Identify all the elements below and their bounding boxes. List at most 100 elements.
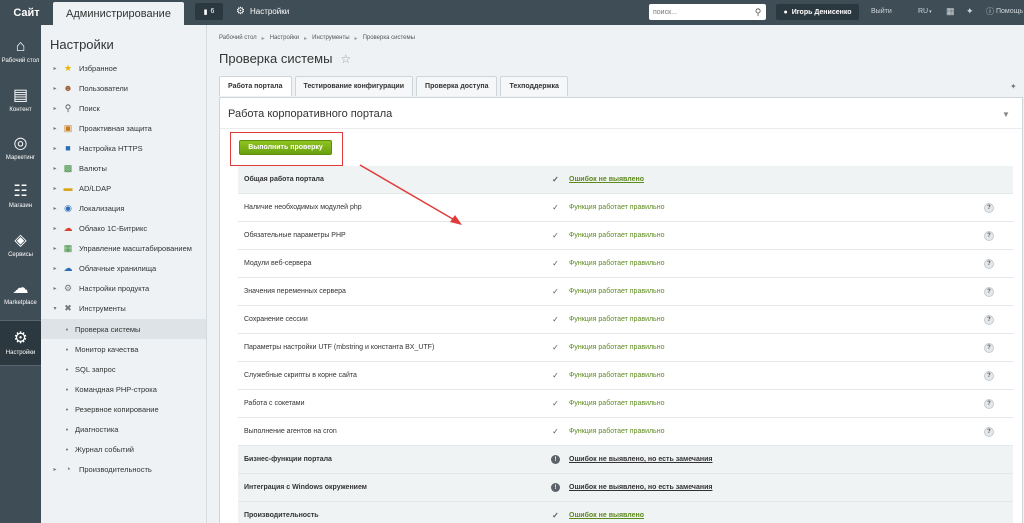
tree-subitem-event-log[interactable]: • Журнал событий [41,439,206,459]
tree-item-tools[interactable]: ▾ ✖ Инструменты [41,298,206,318]
tree-item-scaling[interactable]: ▸ ▦ Управление масштабированием [41,238,206,258]
site-tab[interactable]: Сайт [0,0,53,25]
tab-config-test[interactable]: Тестирование конфигурации [294,76,414,96]
collapse-arrow-icon[interactable]: ▾ [49,305,61,312]
expand-arrow-icon[interactable]: ▸ [49,105,61,112]
breadcrumb-item[interactable]: Настройки [270,35,299,42]
tree-item-product-settings[interactable]: ▸ ⚙ Настройки продукта [41,278,206,298]
tree-subitem-quality-monitor[interactable]: • Монитор качества [41,339,206,359]
expand-arrow-icon[interactable]: ▸ [49,205,61,212]
menu-item-marketing[interactable]: ◎ Маркетинг [0,125,41,171]
breadcrumb-item[interactable]: Инструменты [312,35,349,42]
main-menu: ⌂ Рабочий стол ▤ Контент ◎ Маркетинг ☷ М… [0,25,41,523]
tree-item-currency[interactable]: ▸ ▩ Валюты [41,158,206,178]
warning-icon: ! [551,483,560,492]
help-icon[interactable]: ? [984,398,994,409]
logout-link[interactable]: Выйти [871,0,892,23]
help-icon[interactable]: ? [984,258,994,269]
expand-arrow-icon[interactable]: ▸ [49,65,61,72]
row-status[interactable]: Ошибок не выявлено [569,512,644,519]
help-icon[interactable]: ? [984,370,994,381]
check-icon: ✓ [552,259,559,268]
expand-arrow-icon[interactable]: ▸ [49,145,61,152]
menu-item-settings[interactable]: ⚙ Настройки [0,320,41,366]
help-icon[interactable]: ? [984,286,994,297]
tree-subitem-system-check[interactable]: • Проверка системы [41,319,206,339]
chevron-down-icon[interactable]: ▼ [1002,110,1010,119]
help-icon[interactable]: ? [984,426,994,437]
help-icon[interactable]: ? [984,342,994,353]
row-status[interactable]: Ошибок не выявлено [569,176,644,183]
help-icon[interactable]: ? [984,202,994,213]
expand-arrow-icon[interactable]: ▸ [49,265,61,272]
menu-item-desktop[interactable]: ⌂ Рабочий стол [0,28,41,74]
menu-item-label: Сервисы [8,251,33,258]
help-icon[interactable]: ? [984,230,994,241]
tab-support[interactable]: Техподдержка [500,76,568,96]
tree-item-users[interactable]: ▸ ☻ Пользователи [41,78,206,98]
tree-subitem-sql[interactable]: • SQL запрос [41,359,206,379]
tree-item-label: Настройки продукта [79,283,150,293]
admin-tab[interactable]: Администрирование [53,2,184,25]
page-title: Проверка системы ☆ [219,51,351,66]
tree-subitem-diagnostics[interactable]: • Диагностика [41,419,206,439]
tree-item-storage[interactable]: ▸ ☁ Облачные хранилища [41,258,206,278]
breadcrumb-separator-icon: ▸ [304,36,308,42]
cloud-icon: ☁ [63,222,73,233]
table-row: Бизнес-функции портала ! Ошибок не выявле… [238,446,1013,474]
expand-arrow-icon[interactable]: ▸ [49,285,61,292]
table-row: Выполнение агентов на cron ✓ Функция рабо… [238,418,1013,446]
table-row: Обязательные параметры PHP ✓ Функция рабо… [238,222,1013,250]
speedometer-icon: ◔ [65,464,71,474]
chevron-down-icon: ▾ [929,8,932,15]
tree-subitem-backup[interactable]: • Резервное копирование [41,399,206,419]
expand-arrow-icon[interactable]: ▸ [49,245,61,252]
tree-item-ldap[interactable]: ▸ ▬ AD/LDAP [41,178,206,198]
tree-item-performance[interactable]: ▸ ◔ Производительность [41,459,206,479]
tree-item-https[interactable]: ▸ ■ Настройка HTTPS [41,138,206,158]
help-link[interactable]: ⓘ Помощь [986,0,1023,23]
breadcrumb-item[interactable]: Рабочий стол [219,35,257,42]
expand-arrow-icon[interactable]: ▸ [49,225,61,232]
search-icon[interactable]: ⚲ [750,7,766,18]
tab-access-check[interactable]: Проверка доступа [416,76,498,96]
expand-arrow-icon[interactable]: ▸ [49,85,61,92]
tree-item-favorites[interactable]: ▸ ★ Избранное [41,58,206,78]
star-icon[interactable]: ☆ [340,52,351,66]
menu-item-content[interactable]: ▤ Контент [0,77,41,123]
row-status[interactable]: Ошибок не выявлено, но есть замечания [569,484,712,491]
tree-item-search[interactable]: ▸ ⚲ Поиск [41,98,206,118]
check-icon: ✓ [552,175,559,184]
panel-title: Настройки [50,37,114,52]
pin-icon[interactable]: ✦ [1010,82,1017,91]
menu-item-shop[interactable]: ☷ Магазин [0,173,41,219]
bullet-icon: • [65,344,69,354]
tree-subitem-php-console[interactable]: • Командная PHP-строка [41,379,206,399]
language-select[interactable]: RU ▾ [918,0,932,23]
row-status: Функция работает правильно [569,232,665,239]
tab-portal[interactable]: Работа портала [219,76,292,96]
user-menu[interactable]: ● Игорь Денисенко [776,4,859,20]
row-status: Функция работает правильно [569,316,665,323]
tree-item-label: AD/LDAP [79,183,112,193]
run-check-button[interactable]: Выполнить проверку [239,140,332,155]
expand-arrow-icon[interactable]: ▸ [49,165,61,172]
menu-item-marketplace[interactable]: ☁ Marketplace [0,270,41,316]
tree-item-localization[interactable]: ▸ ◉ Локализация [41,198,206,218]
search-input[interactable] [653,8,743,16]
expand-arrow-icon[interactable]: ▸ [49,466,61,473]
menu-item-services[interactable]: ◈ Сервисы [0,222,41,268]
breadcrumb-item[interactable]: Проверка системы [363,35,415,42]
table-row: Сохранение сессии ✓ Функция работает прав… [238,306,1013,334]
notifications-button[interactable]: ▮ 6 [195,3,223,20]
expand-arrow-icon[interactable]: ▸ [49,125,61,132]
tree-item-cloud[interactable]: ▸ ☁ Облако 1С-Битрикс [41,218,206,238]
pin-icon[interactable]: ✦ [966,0,974,23]
tree-item-label: Настройка HTTPS [79,143,143,153]
calendar-icon[interactable]: ▦ [946,0,955,23]
help-icon[interactable]: ? [984,314,994,325]
expand-arrow-icon[interactable]: ▸ [49,185,61,192]
settings-link[interactable]: ⚙ Настройки [236,0,289,23]
tree-item-proactive[interactable]: ▸ ▣ Проактивная защита [41,118,206,138]
row-status[interactable]: Ошибок не выявлено, но есть замечания [569,456,712,463]
